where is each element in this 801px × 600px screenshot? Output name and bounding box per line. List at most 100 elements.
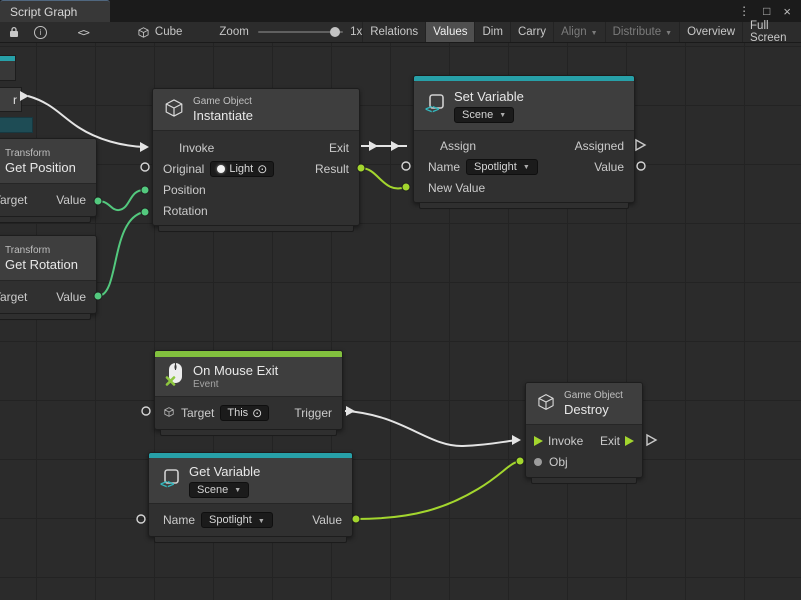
unconnected-port-triangle-icon[interactable] — [636, 140, 645, 150]
node-footer — [160, 430, 337, 436]
wire-data[interactable] — [356, 461, 520, 519]
cube-context-icon — [137, 26, 150, 39]
port-exit[interactable]: Exit — [600, 434, 620, 448]
data-port-dot-icon[interactable] — [402, 183, 410, 191]
port-name[interactable]: Name — [428, 160, 460, 174]
port-invoke[interactable]: Invoke — [548, 434, 583, 448]
node-title: On Mouse Exit — [193, 363, 278, 378]
port-value[interactable]: Value — [312, 513, 342, 527]
wire-data[interactable] — [98, 212, 144, 296]
port-new-value[interactable]: New Value — [428, 181, 485, 195]
code-icon[interactable]: <> — [78, 26, 89, 39]
unconnected-port-circle-icon[interactable] — [637, 162, 645, 170]
port-trigger[interactable]: Trigger — [294, 406, 332, 420]
data-port-dot-icon[interactable] — [516, 457, 524, 465]
relations-button[interactable]: Relations — [362, 22, 425, 42]
node-get-rotation[interactable]: Transform Get Rotation Target Value — [0, 235, 97, 314]
carry-button[interactable]: Carry — [510, 22, 553, 42]
control-port-arrow-icon[interactable] — [140, 142, 149, 152]
port-target[interactable]: Target — [181, 406, 214, 420]
data-port-dot-icon[interactable] — [141, 186, 149, 194]
control-port-arrow-icon[interactable] — [512, 435, 521, 445]
zoom-label: Zoom — [219, 26, 248, 38]
zoom-slider[interactable] — [258, 31, 343, 33]
gameobject-type-icon — [163, 406, 175, 421]
window-close-icon[interactable]: × — [783, 4, 791, 19]
node-instantiate[interactable]: Game Object Instantiate Invoke Exit Orig… — [152, 88, 360, 226]
port-value[interactable]: Value — [56, 290, 86, 304]
node-category: Transform — [5, 245, 78, 256]
values-button[interactable]: Values — [425, 22, 474, 42]
align-dropdown[interactable]: Align▼ — [553, 22, 605, 42]
svg-text:<>: <> — [160, 477, 174, 490]
dim-button[interactable]: Dim — [474, 22, 509, 42]
node-category: Transform — [5, 148, 76, 159]
port-value[interactable]: Value — [594, 160, 624, 174]
node-get-position[interactable]: Transform Get Position Target Value — [0, 138, 97, 217]
data-port-dot-icon[interactable] — [352, 515, 360, 523]
port-rotation[interactable]: Rotation — [163, 204, 208, 218]
unconnected-port-circle-icon[interactable] — [142, 407, 150, 415]
unconnected-port-circle-icon[interactable] — [141, 163, 149, 171]
fullscreen-button[interactable]: Full Screen — [742, 22, 801, 42]
variable-name-dropdown[interactable]: Spotlight ▼ — [201, 512, 273, 528]
port-assign[interactable]: Assign — [440, 139, 476, 153]
target-object-field[interactable]: This ⊙ — [220, 405, 269, 421]
clipped-node-fragment[interactable] — [0, 117, 33, 133]
window-menu-icon[interactable]: ⋮ — [738, 4, 750, 18]
port-result[interactable]: Result — [315, 162, 349, 176]
window-maximize-icon[interactable]: □ — [763, 4, 770, 18]
port-target[interactable]: Target — [0, 193, 27, 207]
control-port-arrow-icon[interactable] — [391, 141, 400, 151]
context-object-label[interactable]: Cube — [155, 26, 183, 38]
wire-data[interactable] — [361, 168, 406, 188]
object-picker-icon[interactable]: ⊙ — [257, 164, 267, 174]
clipped-node-fragment[interactable] — [0, 55, 16, 81]
port-value[interactable]: Value — [56, 193, 86, 207]
port-invoke[interactable]: Invoke — [179, 141, 214, 155]
node-footer — [158, 226, 354, 232]
unconnected-port-circle-icon[interactable] — [137, 515, 145, 523]
control-port-arrow-icon[interactable] — [346, 406, 355, 416]
port-target[interactable]: Target — [0, 290, 27, 304]
graph-canvas[interactable]: r Transform Get Position Target Value — [0, 43, 801, 600]
variable-name-dropdown[interactable]: Spotlight ▼ — [466, 159, 538, 175]
clipped-node-fragment[interactable]: r — [0, 87, 22, 112]
overview-button[interactable]: Overview — [679, 22, 742, 42]
lock-icon[interactable] — [8, 26, 20, 38]
chevron-down-icon: ▼ — [234, 487, 241, 494]
zoom-slider-handle[interactable] — [330, 27, 340, 37]
control-port-arrow-icon[interactable] — [369, 141, 378, 151]
variable-scope-dropdown[interactable]: Scene ▼ — [454, 107, 514, 123]
data-port-dot-icon[interactable] — [534, 458, 542, 466]
distribute-dropdown[interactable]: Distribute▼ — [605, 22, 680, 42]
unconnected-port-triangle-icon[interactable] — [647, 435, 656, 445]
port-name[interactable]: Name — [163, 513, 195, 527]
port-original[interactable]: Original — [163, 162, 204, 176]
node-destroy[interactable]: Game Object Destroy Invoke Exit — [525, 382, 643, 478]
data-port-dot-icon[interactable] — [141, 208, 149, 216]
control-port-arrow-icon[interactable] — [625, 436, 634, 446]
node-title: Destroy — [564, 402, 623, 417]
svg-text:<>: <> — [425, 102, 439, 115]
port-assigned[interactable]: Assigned — [575, 139, 624, 153]
port-obj[interactable]: Obj — [549, 455, 568, 469]
wire-data[interactable] — [98, 190, 144, 210]
node-category: Game Object — [193, 96, 253, 107]
node-get-variable[interactable]: <> Get Variable Scene ▼ Name Spotlight — [148, 452, 353, 537]
tab-script-graph[interactable]: Script Graph — [0, 0, 110, 22]
port-exit[interactable]: Exit — [329, 141, 349, 155]
port-position[interactable]: Position — [163, 183, 206, 197]
node-on-mouse-exit[interactable]: On Mouse Exit Event Target This ⊙ — [154, 350, 343, 430]
node-category: Game Object — [564, 390, 623, 401]
variable-scope-dropdown[interactable]: Scene ▼ — [189, 482, 249, 498]
zoom-value: 1x — [350, 26, 362, 38]
info-icon[interactable]: i — [34, 26, 47, 39]
wire-control[interactable] — [345, 411, 517, 446]
unconnected-port-circle-icon[interactable] — [402, 162, 410, 170]
object-picker-icon[interactable]: ⊙ — [252, 408, 262, 418]
original-object-field[interactable]: Light ⊙ — [210, 161, 274, 177]
graph-toolbar: i <> Cube Zoom 1x Relations Values Dim C… — [0, 22, 801, 43]
node-set-variable[interactable]: <> Set Variable Scene ▼ Assign Assigned — [413, 75, 635, 203]
control-port-arrow-icon[interactable] — [534, 436, 543, 446]
